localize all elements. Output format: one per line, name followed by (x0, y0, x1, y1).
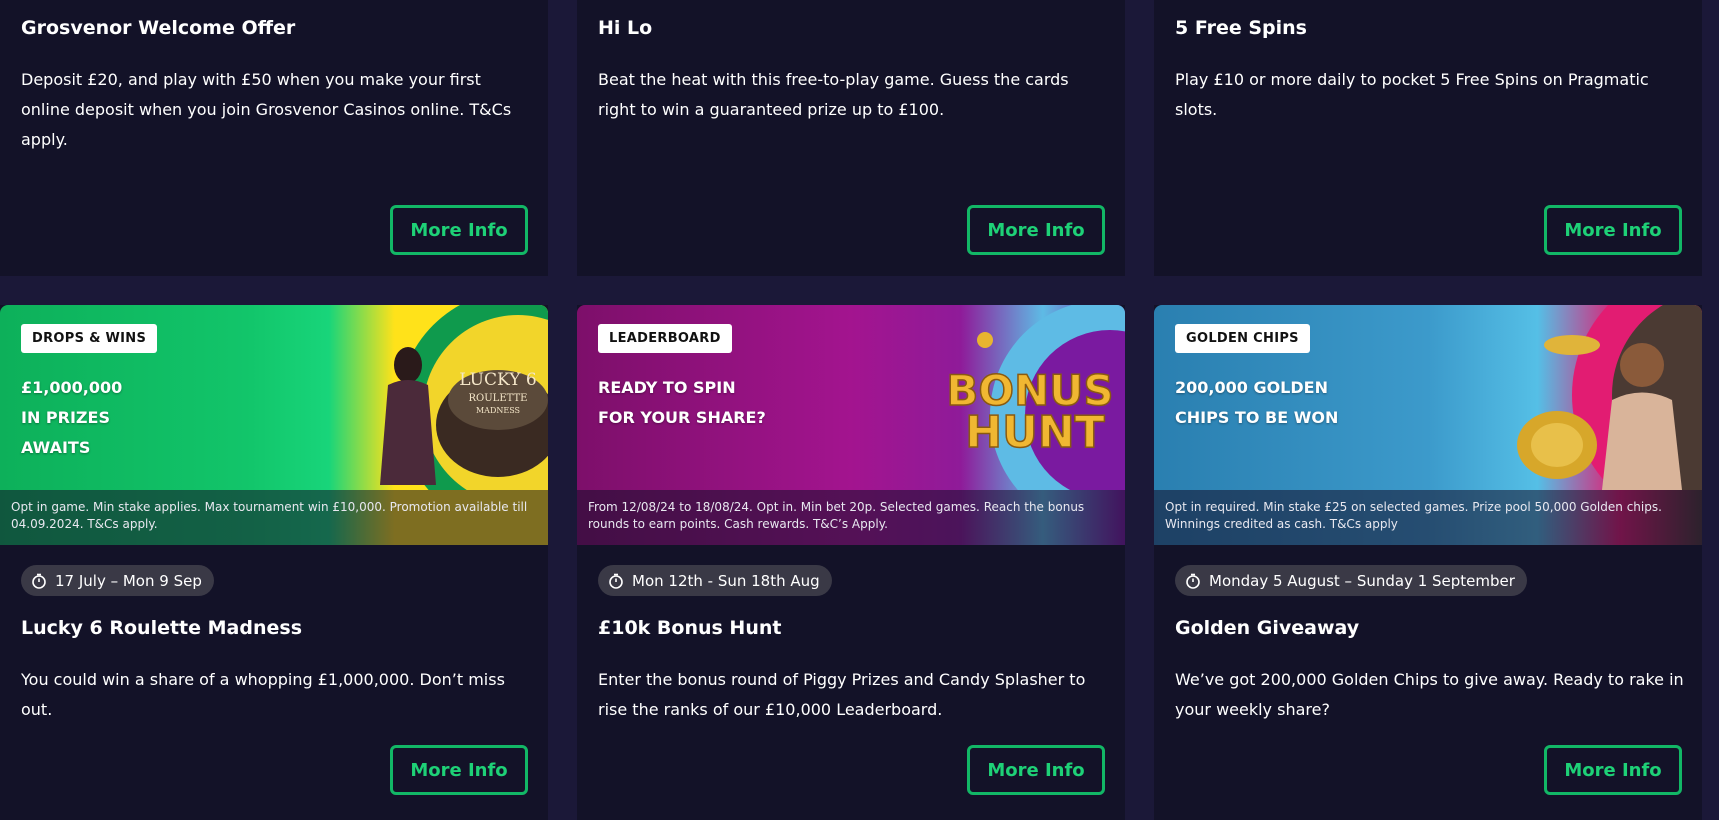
promo-card-free-spins: 5 Free Spins Play £10 or more daily to p… (1154, 0, 1702, 276)
more-info-button[interactable]: More Info (1544, 745, 1682, 795)
stopwatch-icon (32, 573, 46, 589)
date-range-badge: Mon 12th - Sun 18th Aug (598, 565, 832, 596)
date-range-text: Mon 12th - Sun 18th Aug (632, 571, 820, 590)
banner-headline: 200,000 GOLDEN CHIPS TO BE WON (1175, 373, 1475, 433)
card-description: You could win a share of a whopping £1,0… (21, 670, 505, 719)
headline-line: 200,000 GOLDEN (1175, 378, 1328, 397)
promo-banner[interactable]: BONUS HUNT LEADERBOARD READY TO SPIN FOR… (577, 305, 1125, 545)
card-title: Golden Giveaway (1175, 617, 1360, 639)
card-description: Play £10 or more daily to pocket 5 Free … (1175, 70, 1649, 119)
headline-line: CHIPS TO BE WON (1175, 408, 1339, 427)
date-range-badge: Monday 5 August – Sunday 1 September (1175, 565, 1527, 596)
promo-banner[interactable]: GOLDEN CHIPS 200,000 GOLDEN CHIPS TO BE … (1154, 305, 1702, 545)
more-info-button[interactable]: More Info (967, 745, 1105, 795)
card-title: Lucky 6 Roulette Madness (21, 617, 303, 639)
banner-tag: LEADERBOARD (598, 324, 732, 353)
promo-card-hi-lo: Hi Lo Beat the heat with this free-to-pl… (577, 0, 1125, 276)
promo-card-welcome-offer: Grosvenor Welcome Offer Deposit £20, and… (0, 0, 548, 276)
promo-banner[interactable]: LUCKY 6 ROULETTE MADNESS DROPS & WINS £1… (0, 305, 548, 545)
banner-terms: Opt in required. Min stake £25 on select… (1154, 490, 1702, 545)
more-info-button[interactable]: More Info (390, 205, 528, 255)
promo-card-golden-giveaway: GOLDEN CHIPS 200,000 GOLDEN CHIPS TO BE … (1154, 305, 1702, 820)
banner-tag: GOLDEN CHIPS (1175, 324, 1310, 353)
stopwatch-icon (1186, 573, 1200, 589)
date-range-badge: 17 July – Mon 9 Sep (21, 565, 214, 596)
madness-logo-text: MADNESS (476, 406, 520, 415)
headline-line: IN PRIZES (21, 408, 110, 427)
card-title: Hi Lo (598, 17, 653, 39)
card-title: Grosvenor Welcome Offer (21, 17, 296, 39)
lucky-6-logo-text: LUCKY 6 (459, 370, 536, 390)
hunt-logo-text: HUNT (965, 407, 1104, 458)
roulette-logo-text: ROULETTE (469, 393, 528, 404)
card-description: We’ve got 200,000 Golden Chips to give a… (1175, 670, 1684, 719)
bonus-hunt-logo-illustration: BONUS HUNT (946, 305, 1125, 490)
banner-tag: DROPS & WINS (21, 324, 158, 353)
more-info-button[interactable]: More Info (1544, 205, 1682, 255)
roulette-host-illustration: LUCKY 6 ROULETTE MADNESS (380, 305, 548, 490)
card-description: Enter the bonus round of Piggy Prizes an… (598, 670, 1086, 719)
headline-line: FOR YOUR SHARE? (598, 408, 766, 427)
banner-terms: Opt in game. Min stake applies. Max tour… (0, 490, 548, 545)
more-info-button[interactable]: More Info (967, 205, 1105, 255)
banner-headline: £1,000,000 IN PRIZES AWAITS (21, 373, 321, 463)
promo-card-bonus-hunt: BONUS HUNT LEADERBOARD READY TO SPIN FOR… (577, 305, 1125, 820)
headline-line: READY TO SPIN (598, 378, 736, 397)
headline-line: £1,000,000 (21, 378, 123, 397)
card-description: Deposit £20, and play with £50 when you … (21, 70, 512, 149)
card-title: £10k Bonus Hunt (598, 617, 782, 639)
date-range-text: Monday 5 August – Sunday 1 September (1209, 571, 1515, 590)
card-description: Beat the heat with this free-to-play gam… (598, 70, 1069, 119)
promo-card-lucky-6-roulette: LUCKY 6 ROULETTE MADNESS DROPS & WINS £1… (0, 305, 548, 820)
golden-chips-host-illustration (1517, 305, 1702, 490)
card-title: 5 Free Spins (1175, 17, 1307, 39)
stopwatch-icon (609, 573, 623, 589)
banner-terms: From 12/08/24 to 18/08/24. Opt in. Min b… (577, 490, 1125, 545)
date-range-text: 17 July – Mon 9 Sep (55, 571, 202, 590)
headline-line: AWAITS (21, 438, 91, 457)
banner-headline: READY TO SPIN FOR YOUR SHARE? (598, 373, 898, 433)
more-info-button[interactable]: More Info (390, 745, 528, 795)
